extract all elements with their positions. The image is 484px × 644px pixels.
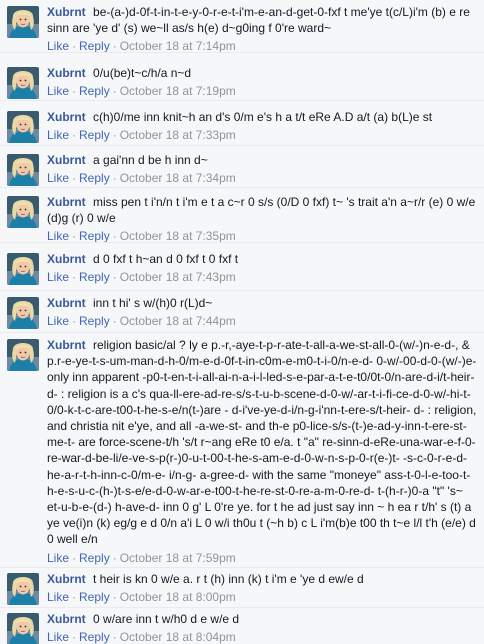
comment-meta: Like · Reply · October 18 at 7:34pm <box>47 170 478 186</box>
comment-item: Xubrnt 0/u(be)t~c/h/a n~d Like · Reply · Oct… <box>0 52 484 100</box>
comment-item: Xubrnt inn t hi' s w/(h)0 r(L)d~ Like · Re… <box>0 290 484 332</box>
reply-button[interactable]: Reply <box>79 128 110 142</box>
comment-body: Xubrnt miss pen t i'n/n t i'm e t a c~r … <box>47 194 478 244</box>
meta-separator: · <box>112 314 117 329</box>
like-button[interactable]: Like <box>47 590 69 604</box>
comment-timestamp[interactable]: October 18 at 7:34pm <box>120 171 236 185</box>
comment-author-link[interactable]: Xubrnt <box>47 5 86 19</box>
comment-item: Xubrnt d 0 fxf t h~an d 0 fxf t 0 fxf t … <box>0 242 484 290</box>
comment-author-link[interactable]: Xubrnt <box>47 296 86 310</box>
comment-body: Xubrnt a gai'nn d be h inn d~ Like · Reply… <box>47 152 478 186</box>
meta-separator: · <box>72 270 77 285</box>
comment-timestamp[interactable]: October 18 at 7:33pm <box>120 128 236 142</box>
comment-list: Xubrnt be-(a-)d-0f-t-in-t-e-y-0-r-e-t-i'… <box>0 0 484 644</box>
comment-text: c(h)0/me inn knit~h an d's 0/m e's h a t… <box>93 110 433 124</box>
like-button[interactable]: Like <box>47 630 69 644</box>
comment-author-link[interactable]: Xubrnt <box>47 66 86 80</box>
meta-separator: · <box>72 314 77 329</box>
comment-timestamp[interactable]: October 18 at 8:04pm <box>120 630 236 644</box>
comment-item: Xubrnt be-(a-)d-0f-t-in-t-e-y-0-r-e-t-i'… <box>0 0 484 54</box>
comment-text: d 0 fxf t h~an d 0 fxf t 0 fxf t <box>93 252 239 266</box>
comment-body: Xubrnt 0 w/are inn t w/h0 d e w/e d Like… <box>47 611 478 644</box>
comment-body: Xubrnt religion basic/al ? ly e p.-r,-ay… <box>47 337 478 566</box>
reply-button[interactable]: Reply <box>79 84 110 98</box>
comment-meta: Like · Reply · October 18 at 8:00pm <box>47 589 478 605</box>
like-button[interactable]: Like <box>47 270 69 284</box>
reply-button[interactable]: Reply <box>79 590 110 604</box>
avatar[interactable] <box>7 154 39 186</box>
comment-meta: Like · Reply · October 18 at 7:19pm <box>47 83 478 99</box>
comment-body: Xubrnt t heir is kn 0 w/e a. r t (h) inn… <box>47 571 478 605</box>
meta-separator: · <box>72 590 77 605</box>
meta-separator: · <box>72 171 77 186</box>
comment-author-link[interactable]: Xubrnt <box>47 572 86 586</box>
comment-author-link[interactable]: Xubrnt <box>47 110 86 124</box>
reply-button[interactable]: Reply <box>79 630 110 644</box>
like-button[interactable]: Like <box>47 551 69 565</box>
comment-item: Xubrnt 0 w/are inn t w/h0 d e w/e d Like… <box>0 607 484 644</box>
comment-author-link[interactable]: Xubrnt <box>47 338 86 352</box>
avatar[interactable] <box>7 6 39 38</box>
meta-separator: · <box>112 128 117 143</box>
meta-separator: · <box>112 171 117 186</box>
comment-meta: Like · Reply · October 18 at 7:44pm <box>47 313 478 329</box>
comment-body: Xubrnt be-(a-)d-0f-t-in-t-e-y-0-r-e-t-i'… <box>47 4 478 54</box>
comment-item: Xubrnt c(h)0/me inn knit~h an d's 0/m e'… <box>0 100 484 145</box>
avatar[interactable] <box>7 253 39 285</box>
comment-author-link[interactable]: Xubrnt <box>47 195 86 209</box>
meta-separator: · <box>72 84 77 99</box>
reply-button[interactable]: Reply <box>79 270 110 284</box>
avatar[interactable] <box>7 297 39 329</box>
meta-separator: · <box>112 630 117 644</box>
comment-body: Xubrnt inn t hi' s w/(h)0 r(L)d~ Like · Re… <box>47 295 478 329</box>
meta-separator: · <box>112 590 117 605</box>
comment-timestamp[interactable]: October 18 at 7:59pm <box>120 551 236 565</box>
comment-text: 0 w/are inn t w/h0 d e w/e d <box>93 612 240 626</box>
comment-meta: Like · Reply · October 18 at 7:43pm <box>47 269 478 285</box>
comment-item: Xubrnt t heir is kn 0 w/e a. r t (h) inn… <box>0 567 484 607</box>
meta-separator: · <box>112 84 117 99</box>
comment-body: Xubrnt d 0 fxf t h~an d 0 fxf t 0 fxf t … <box>47 251 478 285</box>
avatar[interactable] <box>7 573 39 605</box>
meta-separator: · <box>112 550 117 565</box>
comment-body: Xubrnt c(h)0/me inn knit~h an d's 0/m e'… <box>47 109 478 143</box>
like-button[interactable]: Like <box>47 171 69 185</box>
avatar[interactable] <box>7 613 39 644</box>
reply-button[interactable]: Reply <box>79 314 110 328</box>
reply-button[interactable]: Reply <box>79 551 110 565</box>
comment-author-link[interactable]: Xubrnt <box>47 252 86 266</box>
comment-meta: Like · Reply · October 18 at 7:33pm <box>47 127 478 143</box>
comment-timestamp[interactable]: October 18 at 8:00pm <box>120 590 236 604</box>
avatar[interactable] <box>7 111 39 143</box>
comment-text: miss pen t i'n/n t i'm e t a c~r 0 s/s (… <box>47 195 476 226</box>
avatar[interactable] <box>7 196 39 228</box>
comment-text: t heir is kn 0 w/e a. r t (h) inn (k) t … <box>93 572 364 586</box>
comment-text: religion basic/al ? ly e p.-r,-aye-t-p-r… <box>47 338 477 547</box>
comment-meta: Like · Reply · October 18 at 8:04pm <box>47 629 478 644</box>
comment-item: Xubrnt a gai'nn d be h inn d~ Like · Reply… <box>0 145 484 187</box>
comment-author-link[interactable]: Xubrnt <box>47 612 86 626</box>
comment-text: a gai'nn d be h inn d~ <box>93 153 208 167</box>
comment-item: Xubrnt miss pen t i'n/n t i'm e t a c~r … <box>0 187 484 244</box>
comment-body: Xubrnt 0/u(be)t~c/h/a n~d Like · Reply · Oct… <box>47 65 478 99</box>
comment-text: inn t hi' s w/(h)0 r(L)d~ <box>93 296 213 310</box>
comment-meta: Like · Reply · October 18 at 7:59pm <box>47 550 478 566</box>
comment-text: be-(a-)d-0f-t-in-t-e-y-0-r-e-t-i'm-e-an-… <box>47 5 470 36</box>
reply-button[interactable]: Reply <box>79 171 110 185</box>
meta-separator: · <box>72 630 77 644</box>
like-button[interactable]: Like <box>47 314 69 328</box>
avatar[interactable] <box>7 67 39 99</box>
meta-separator: · <box>72 550 77 565</box>
comment-item: Xubrnt religion basic/al ? ly e p.-r,-ay… <box>0 332 484 567</box>
comment-timestamp[interactable]: October 18 at 7:19pm <box>120 84 236 98</box>
comment-timestamp[interactable]: October 18 at 7:44pm <box>120 314 236 328</box>
comment-timestamp[interactable]: October 18 at 7:43pm <box>120 270 236 284</box>
like-button[interactable]: Like <box>47 128 69 142</box>
like-button[interactable]: Like <box>47 84 69 98</box>
comment-author-link[interactable]: Xubrnt <box>47 153 86 167</box>
avatar[interactable] <box>7 339 39 371</box>
meta-separator: · <box>112 270 117 285</box>
comment-text: 0/u(be)t~c/h/a n~d <box>93 66 192 80</box>
meta-separator: · <box>72 128 77 143</box>
